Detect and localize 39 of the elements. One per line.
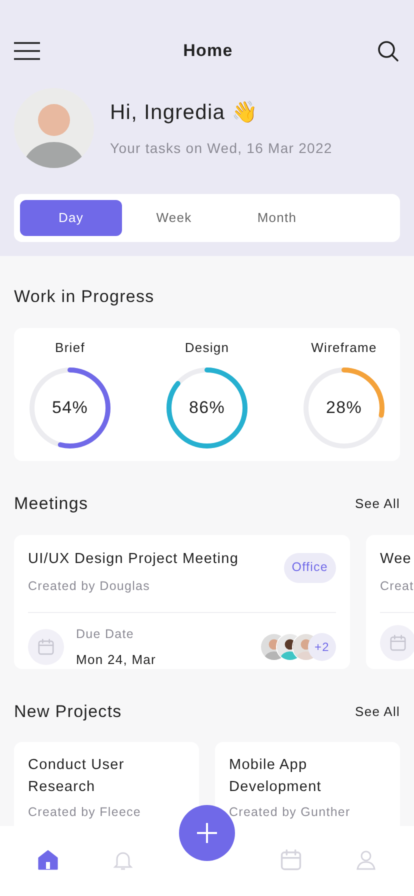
section-title: Work in Progress xyxy=(14,287,154,306)
meeting-title: UI/UX Design Project Meeting xyxy=(28,550,239,568)
progress-label: Design xyxy=(184,338,230,357)
progress-reading: 86% xyxy=(189,398,225,418)
due-label: Due Date xyxy=(76,626,135,643)
project-card[interactable]: Conduct User Research Created by Fleece xyxy=(14,742,199,826)
meeting-card[interactable]: Wee Creat xyxy=(366,534,414,668)
due-date: Mon 24, Mar xyxy=(76,650,156,669)
calendar-icon xyxy=(388,633,408,653)
project-title: Mobile App Development xyxy=(229,756,322,797)
section-title: Meetings xyxy=(14,493,88,515)
project-card[interactable]: Mobile App Development Created by Gunther xyxy=(215,742,400,826)
progress-reading: 28% xyxy=(326,398,362,418)
period-tab[interactable]: Month xyxy=(226,200,328,236)
see-all-link[interactable]: See All xyxy=(355,702,400,721)
greeting-subtitle: Your tasks on Wed, 16 Mar 2022 xyxy=(110,139,332,158)
see-all-link[interactable]: See All xyxy=(355,494,400,514)
progress-label: Brief xyxy=(55,338,85,357)
meeting-creator: Created by Douglas xyxy=(28,578,151,596)
attendee-count: +2 xyxy=(308,633,336,662)
period-tab[interactable]: Day xyxy=(20,200,122,236)
section-title: New Projects xyxy=(14,700,122,722)
project-creator: Created by Gunther xyxy=(229,804,352,821)
menu-icon xyxy=(14,42,40,60)
meeting-title: Wee xyxy=(380,550,412,568)
meeting-creator: Creat xyxy=(380,578,414,596)
greeting-title: Hi, Ingredia 👋 xyxy=(110,100,260,126)
search-button[interactable] xyxy=(376,39,400,63)
meeting-card[interactable]: UI/UX Design Project Meeting Created by Douglas Office Due Date Mon 24, Mar +2 xyxy=(14,534,350,668)
project-title: Conduct User Research xyxy=(28,756,126,797)
page-title: Home xyxy=(183,40,233,62)
project-creator: Created by Fleece xyxy=(28,804,142,821)
plus-icon xyxy=(196,822,218,844)
meeting-tag: Office xyxy=(284,552,336,582)
search-icon xyxy=(376,40,399,62)
period-tab[interactable]: Week xyxy=(123,200,225,236)
progress-reading: 54% xyxy=(52,398,88,418)
progress-label: Wireframe xyxy=(311,338,377,357)
calendar-icon xyxy=(36,637,56,658)
